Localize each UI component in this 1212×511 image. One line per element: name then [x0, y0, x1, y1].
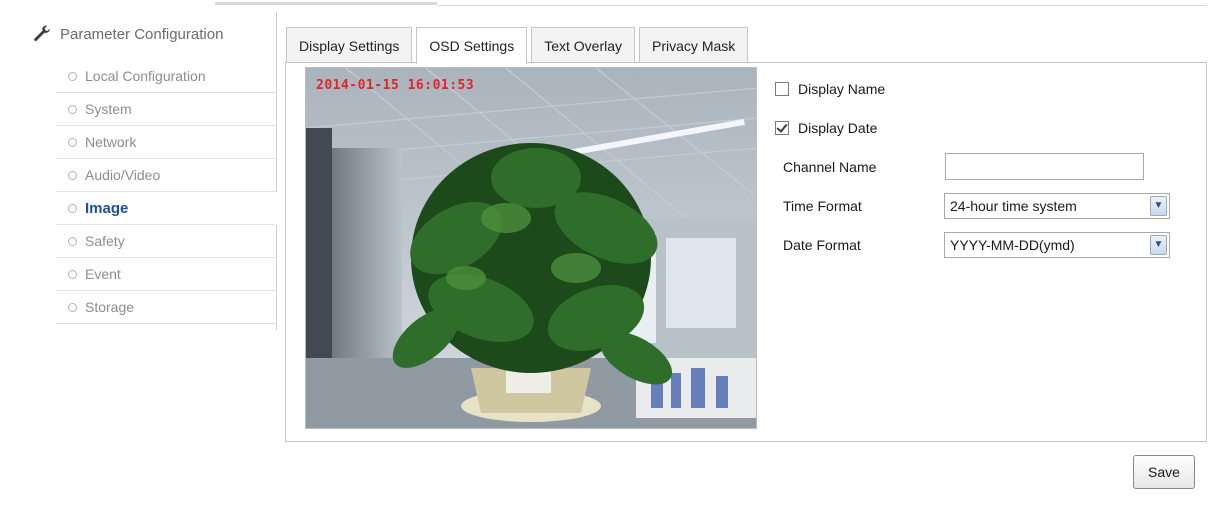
sidebar-header: Parameter Configuration: [32, 20, 223, 48]
time-format-select[interactable]: 24-hour time system ▼: [944, 193, 1170, 219]
bullet-icon: [68, 104, 77, 114]
display-date-checkbox[interactable]: [775, 121, 789, 135]
bullet-icon: [68, 302, 77, 312]
save-button[interactable]: Save: [1133, 455, 1195, 489]
sidebar-item-image[interactable]: Image: [56, 192, 278, 225]
bullet-icon: [68, 170, 77, 180]
chevron-down-icon[interactable]: ▼: [1150, 196, 1167, 216]
sidebar-item-event[interactable]: Event: [56, 258, 276, 291]
sidebar-item-label: Network: [85, 134, 137, 150]
wrench-icon: [34, 25, 50, 42]
date-format-label: Date Format: [783, 237, 861, 253]
tab-osd-settings[interactable]: OSD Settings: [416, 27, 528, 64]
bullet-icon: [68, 71, 77, 81]
sidebar-item-label: Local Configuration: [85, 68, 206, 84]
chevron-down-icon[interactable]: ▼: [1150, 235, 1167, 255]
date-format-value: YYYY-MM-DD(ymd): [950, 237, 1075, 253]
display-name-label: Display Name: [798, 81, 886, 97]
bullet-icon: [68, 269, 77, 279]
camera-feed-image: [306, 68, 756, 428]
tab-text-overlay[interactable]: Text Overlay: [531, 27, 636, 63]
sidebar-nav: Local Configuration System Network Audio…: [56, 60, 278, 324]
top-divider: [0, 0, 1212, 8]
display-date-option[interactable]: Display Date: [775, 118, 877, 138]
bullet-icon: [68, 137, 77, 147]
sidebar-title: Parameter Configuration: [60, 25, 224, 43]
sidebar-item-label: Audio/Video: [85, 167, 161, 183]
bullet-icon: [68, 203, 77, 213]
sidebar-item-label: Image: [85, 199, 129, 217]
sidebar-item-audio-video[interactable]: Audio/Video: [56, 159, 276, 192]
sidebar: Parameter Configuration Local Configurat…: [0, 12, 282, 330]
display-name-checkbox[interactable]: [775, 82, 789, 96]
sidebar-item-safety[interactable]: Safety: [56, 225, 276, 258]
sidebar-item-label: Event: [85, 266, 121, 282]
channel-name-label: Channel Name: [783, 159, 877, 175]
sidebar-item-system[interactable]: System: [56, 93, 276, 126]
tab-display-settings[interactable]: Display Settings: [286, 27, 413, 63]
sidebar-item-label: Safety: [85, 233, 125, 249]
osd-settings-panel: 2014-01-15 16:01:53 Display Name Display…: [285, 62, 1207, 442]
tab-privacy-mask[interactable]: Privacy Mask: [639, 27, 749, 63]
bullet-icon: [68, 236, 77, 246]
sidebar-item-network[interactable]: Network: [56, 126, 276, 159]
date-format-select[interactable]: YYYY-MM-DD(ymd) ▼: [944, 232, 1170, 258]
settings-tabs: Display Settings OSD Settings Text Overl…: [286, 27, 752, 64]
channel-name-input[interactable]: [945, 153, 1144, 180]
sidebar-item-storage[interactable]: Storage: [56, 291, 276, 324]
display-name-option[interactable]: Display Name: [775, 79, 885, 99]
sidebar-item-label: System: [85, 101, 132, 117]
sidebar-divider: [276, 12, 277, 330]
sidebar-item-label: Storage: [85, 299, 135, 315]
osd-timestamp: 2014-01-15 16:01:53: [316, 78, 475, 93]
time-format-label: Time Format: [783, 198, 862, 214]
time-format-value: 24-hour time system: [950, 198, 1077, 214]
sidebar-item-local-configuration[interactable]: Local Configuration: [56, 60, 276, 93]
display-date-label: Display Date: [798, 120, 878, 136]
live-preview[interactable]: 2014-01-15 16:01:53: [305, 67, 757, 429]
